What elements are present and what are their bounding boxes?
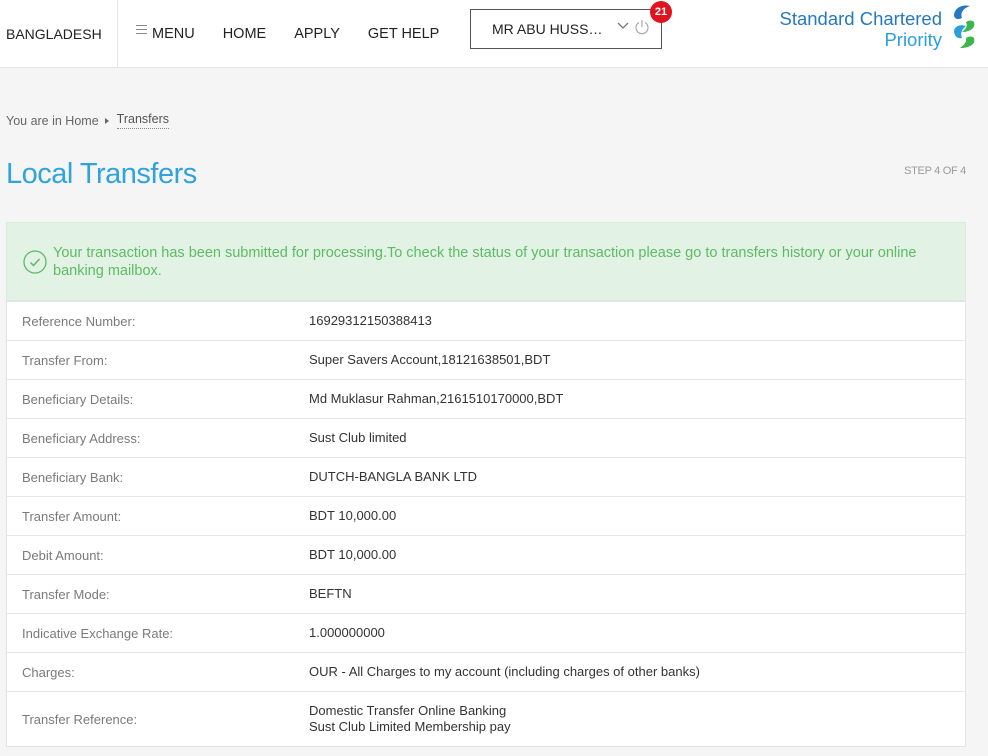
notification-badge[interactable]: 21 bbox=[650, 1, 672, 23]
breadcrumb-arrow-icon bbox=[104, 117, 109, 124]
detail-row-debit-amount: Debit Amount: BDT 10,000.00 bbox=[7, 535, 965, 574]
detail-row-transfer-reference: Transfer Reference: Domestic Transfer On… bbox=[7, 691, 965, 746]
breadcrumb: You are in Home Transfers bbox=[6, 112, 169, 129]
country-label: BANGLADESH bbox=[6, 26, 102, 42]
detail-label: Charges: bbox=[22, 664, 75, 680]
detail-value: BDT 10,000.00 bbox=[309, 547, 397, 562]
detail-value: Md Muklasur Rahman,2161510170000,BDT bbox=[309, 391, 564, 406]
step-indicator: STEP 4 OF 4 bbox=[904, 165, 966, 177]
nav-apply[interactable]: APPLY bbox=[294, 26, 340, 42]
nav-apply-label: APPLY bbox=[294, 26, 340, 42]
user-name: MR ABU HUSSAIN bbox=[492, 21, 610, 37]
brand-wordmark: Standard Chartered Priority bbox=[780, 8, 943, 50]
detail-label: Transfer From: bbox=[22, 352, 108, 368]
main-nav: MENU HOME APPLY GET HELP bbox=[136, 0, 467, 68]
menu-icon bbox=[136, 25, 147, 35]
transfer-details-table: Reference Number: 16929312150388413 Tran… bbox=[6, 301, 966, 747]
breadcrumb-home[interactable]: You are in Home bbox=[6, 114, 99, 128]
detail-row-charges: Charges: OUR - All Charges to my account… bbox=[7, 652, 965, 691]
nav-get-help-label: GET HELP bbox=[367, 26, 440, 42]
success-message: Your transaction has been submitted for … bbox=[53, 244, 917, 279]
detail-value: Sust Club limited bbox=[309, 430, 407, 445]
detail-value: Super Savers Account,18121638501,BDT bbox=[309, 352, 551, 367]
detail-label: Debit Amount: bbox=[22, 547, 104, 563]
detail-row-beneficiary-address: Beneficiary Address: Sust Club limited bbox=[7, 418, 965, 457]
chevron-down-icon[interactable] bbox=[616, 19, 630, 33]
detail-label: Beneficiary Address: bbox=[22, 430, 141, 446]
detail-row-exchange-rate: Indicative Exchange Rate: 1.000000000 bbox=[7, 613, 965, 652]
page-title: Local Transfers bbox=[6, 158, 197, 190]
detail-value: 16929312150388413 bbox=[309, 313, 432, 328]
detail-label: Indicative Exchange Rate: bbox=[22, 625, 174, 641]
detail-label: Beneficiary Details: bbox=[22, 391, 134, 407]
detail-value: BDT 10,000.00 bbox=[309, 508, 397, 523]
detail-value-line-2: Sust Club Limited Membership pay bbox=[309, 719, 511, 734]
nav-menu-label: MENU bbox=[152, 26, 195, 42]
detail-value-multiline: Domestic Transfer Online Banking Sust Cl… bbox=[309, 703, 511, 735]
detail-label: Beneficiary Bank: bbox=[22, 469, 124, 485]
detail-row-beneficiary-details: Beneficiary Details: Md Muklasur Rahman,… bbox=[7, 379, 965, 418]
country-selector[interactable]: BANGLADESH bbox=[0, 0, 118, 68]
success-banner: Your transaction has been submitted for … bbox=[6, 222, 966, 301]
detail-label: Transfer Reference: bbox=[22, 711, 138, 727]
nav-home-label: HOME bbox=[222, 26, 267, 42]
top-header: BANGLADESH MENU HOME APPLY GET HELP MR A… bbox=[0, 0, 988, 68]
detail-value: 1.000000000 bbox=[309, 625, 385, 640]
check-circle-icon bbox=[23, 249, 47, 274]
detail-row-transfer-mode: Transfer Mode: BEFTN bbox=[7, 574, 965, 613]
detail-label: Reference Number: bbox=[22, 313, 136, 329]
detail-row-reference: Reference Number: 16929312150388413 bbox=[7, 301, 965, 340]
detail-label: Transfer Amount: bbox=[22, 508, 122, 524]
detail-value: OUR - All Charges to my account (includi… bbox=[309, 664, 700, 679]
power-icon[interactable] bbox=[634, 19, 650, 35]
nav-home[interactable]: HOME bbox=[223, 26, 267, 42]
detail-value: BEFTN bbox=[309, 586, 352, 601]
standard-chartered-logo bbox=[954, 5, 975, 48]
detail-row-beneficiary-bank: Beneficiary Bank: DUTCH-BANGLA BANK LTD bbox=[7, 457, 965, 496]
nav-menu[interactable]: MENU bbox=[136, 25, 195, 42]
detail-row-transfer-from: Transfer From: Super Savers Account,1812… bbox=[7, 340, 965, 379]
detail-value-line-1: Domestic Transfer Online Banking bbox=[309, 703, 507, 718]
brand-line-1: Standard Chartered bbox=[779, 8, 943, 29]
nav-get-help[interactable]: GET HELP bbox=[368, 26, 439, 42]
user-menu-button[interactable]: MR ABU HUSSAIN bbox=[470, 9, 662, 49]
detail-row-transfer-amount: Transfer Amount: BDT 10,000.00 bbox=[7, 496, 965, 535]
detail-label: Transfer Mode: bbox=[22, 586, 110, 602]
detail-value: DUTCH-BANGLA BANK LTD bbox=[309, 469, 478, 484]
brand-line-2: Priority bbox=[884, 29, 942, 50]
breadcrumb-current[interactable]: Transfers bbox=[116, 112, 169, 129]
